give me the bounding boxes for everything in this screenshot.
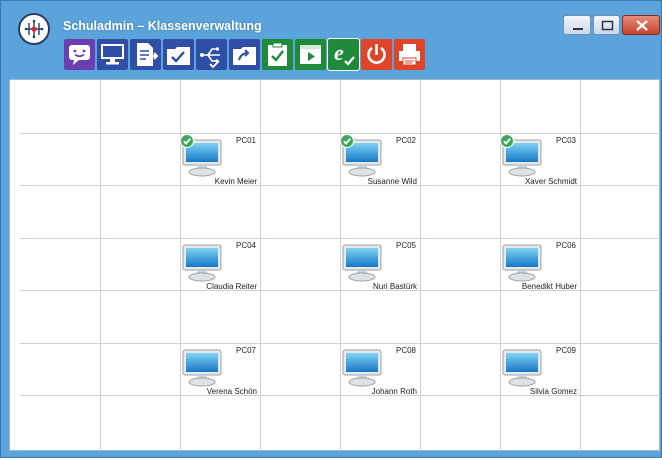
pc-tile-pc01[interactable]: PC01 Kevin Meier	[180, 133, 260, 186]
usb-button[interactable]	[196, 39, 227, 70]
close-button[interactable]	[622, 15, 660, 35]
presentation-button[interactable]	[295, 39, 326, 70]
pc-name: PC05	[395, 241, 416, 250]
pc-tile-pc09[interactable]: PC09 Silvia Gomez	[500, 343, 580, 396]
pc-name: PC02	[395, 136, 416, 145]
monitor-icon	[182, 349, 224, 392]
pc-tile-pc06[interactable]: PC06 Benedikt Huber	[500, 238, 580, 291]
pc-name: PC01	[235, 136, 256, 145]
pc-name: PC07	[235, 346, 256, 355]
monitor-icon	[502, 244, 544, 287]
pc-tile-pc04[interactable]: PC04 Claudia Reiter	[180, 238, 260, 291]
monitor-icon	[101, 44, 124, 65]
pc-user-name: Xaver Schmidt	[524, 177, 577, 186]
pc-tile-pc02[interactable]: PC02 Susanne Wild	[340, 133, 420, 186]
window-title: Schuladmin – Klassenverwaltung	[63, 19, 262, 33]
pc-name: PC08	[395, 346, 416, 355]
play-icon	[300, 45, 321, 64]
pc-name: PC09	[555, 346, 576, 355]
printer-icon	[399, 44, 420, 66]
pc-user-name: Kevin Meier	[214, 177, 257, 186]
screen-button[interactable]	[97, 39, 128, 70]
pc-user-name: Silvia Gomez	[529, 387, 577, 396]
clipboard-check-icon	[268, 42, 287, 66]
app-window: Schuladmin – Klassenverwaltung e PC01 Kev…	[0, 0, 662, 458]
test-button[interactable]	[262, 39, 293, 70]
document-button[interactable]	[130, 39, 161, 70]
app-logo-icon	[18, 13, 50, 45]
pc-user-name: Benedikt Huber	[521, 282, 577, 291]
power-button[interactable]	[361, 39, 392, 70]
pc-tile-pc07[interactable]: PC07 Verena Schön	[180, 343, 260, 396]
maximize-button[interactable]	[593, 15, 620, 35]
pc-user-name: Claudia Reiter	[206, 282, 257, 291]
pc-tile-pc08[interactable]: PC08 Johann Roth	[340, 343, 420, 396]
monitor-icon	[502, 349, 544, 392]
chat-bubble-icon	[69, 45, 90, 65]
share-button[interactable]	[229, 39, 260, 70]
folder-share-icon	[233, 47, 256, 65]
seat-grid: PC01 Kevin Meier PC02 Susanne Wild PC03 Xaver…	[20, 80, 658, 450]
pc-user-name: Johann Roth	[371, 387, 417, 396]
monitor-icon	[342, 244, 384, 287]
power-icon	[367, 44, 386, 64]
classroom-panel: PC01 Kevin Meier PC02 Susanne Wild PC03 Xaver…	[9, 79, 660, 451]
check-badge-icon	[340, 134, 354, 153]
svg-text:e: e	[334, 40, 344, 65]
minimize-button[interactable]	[563, 15, 591, 35]
monitor-icon	[182, 244, 224, 287]
check-badge-icon	[180, 134, 194, 153]
usb-check-icon	[200, 47, 220, 69]
pc-user-name: Nuri Bastürk	[372, 282, 417, 291]
pc-user-name: Verena Schön	[206, 387, 257, 396]
pc-name: PC04	[235, 241, 256, 250]
pc-user-name: Susanne Wild	[367, 177, 417, 186]
message-button[interactable]	[64, 39, 95, 70]
print-button[interactable]	[394, 39, 425, 70]
check-badge-icon	[500, 134, 514, 153]
pc-tile-pc05[interactable]: PC05 Nuri Bastürk	[340, 238, 420, 291]
internet-check-icon: e	[334, 40, 355, 66]
internet-button[interactable]: e	[327, 38, 360, 71]
pc-name: PC06	[555, 241, 576, 250]
title-bar[interactable]: Schuladmin – Klassenverwaltung	[1, 1, 661, 45]
collect-button[interactable]	[163, 39, 194, 70]
document-arrow-icon	[137, 43, 159, 66]
folder-check-icon	[167, 47, 190, 65]
pc-name: PC03	[555, 136, 576, 145]
pc-tile-pc03[interactable]: PC03 Xaver Schmidt	[500, 133, 580, 186]
monitor-icon	[342, 349, 384, 392]
